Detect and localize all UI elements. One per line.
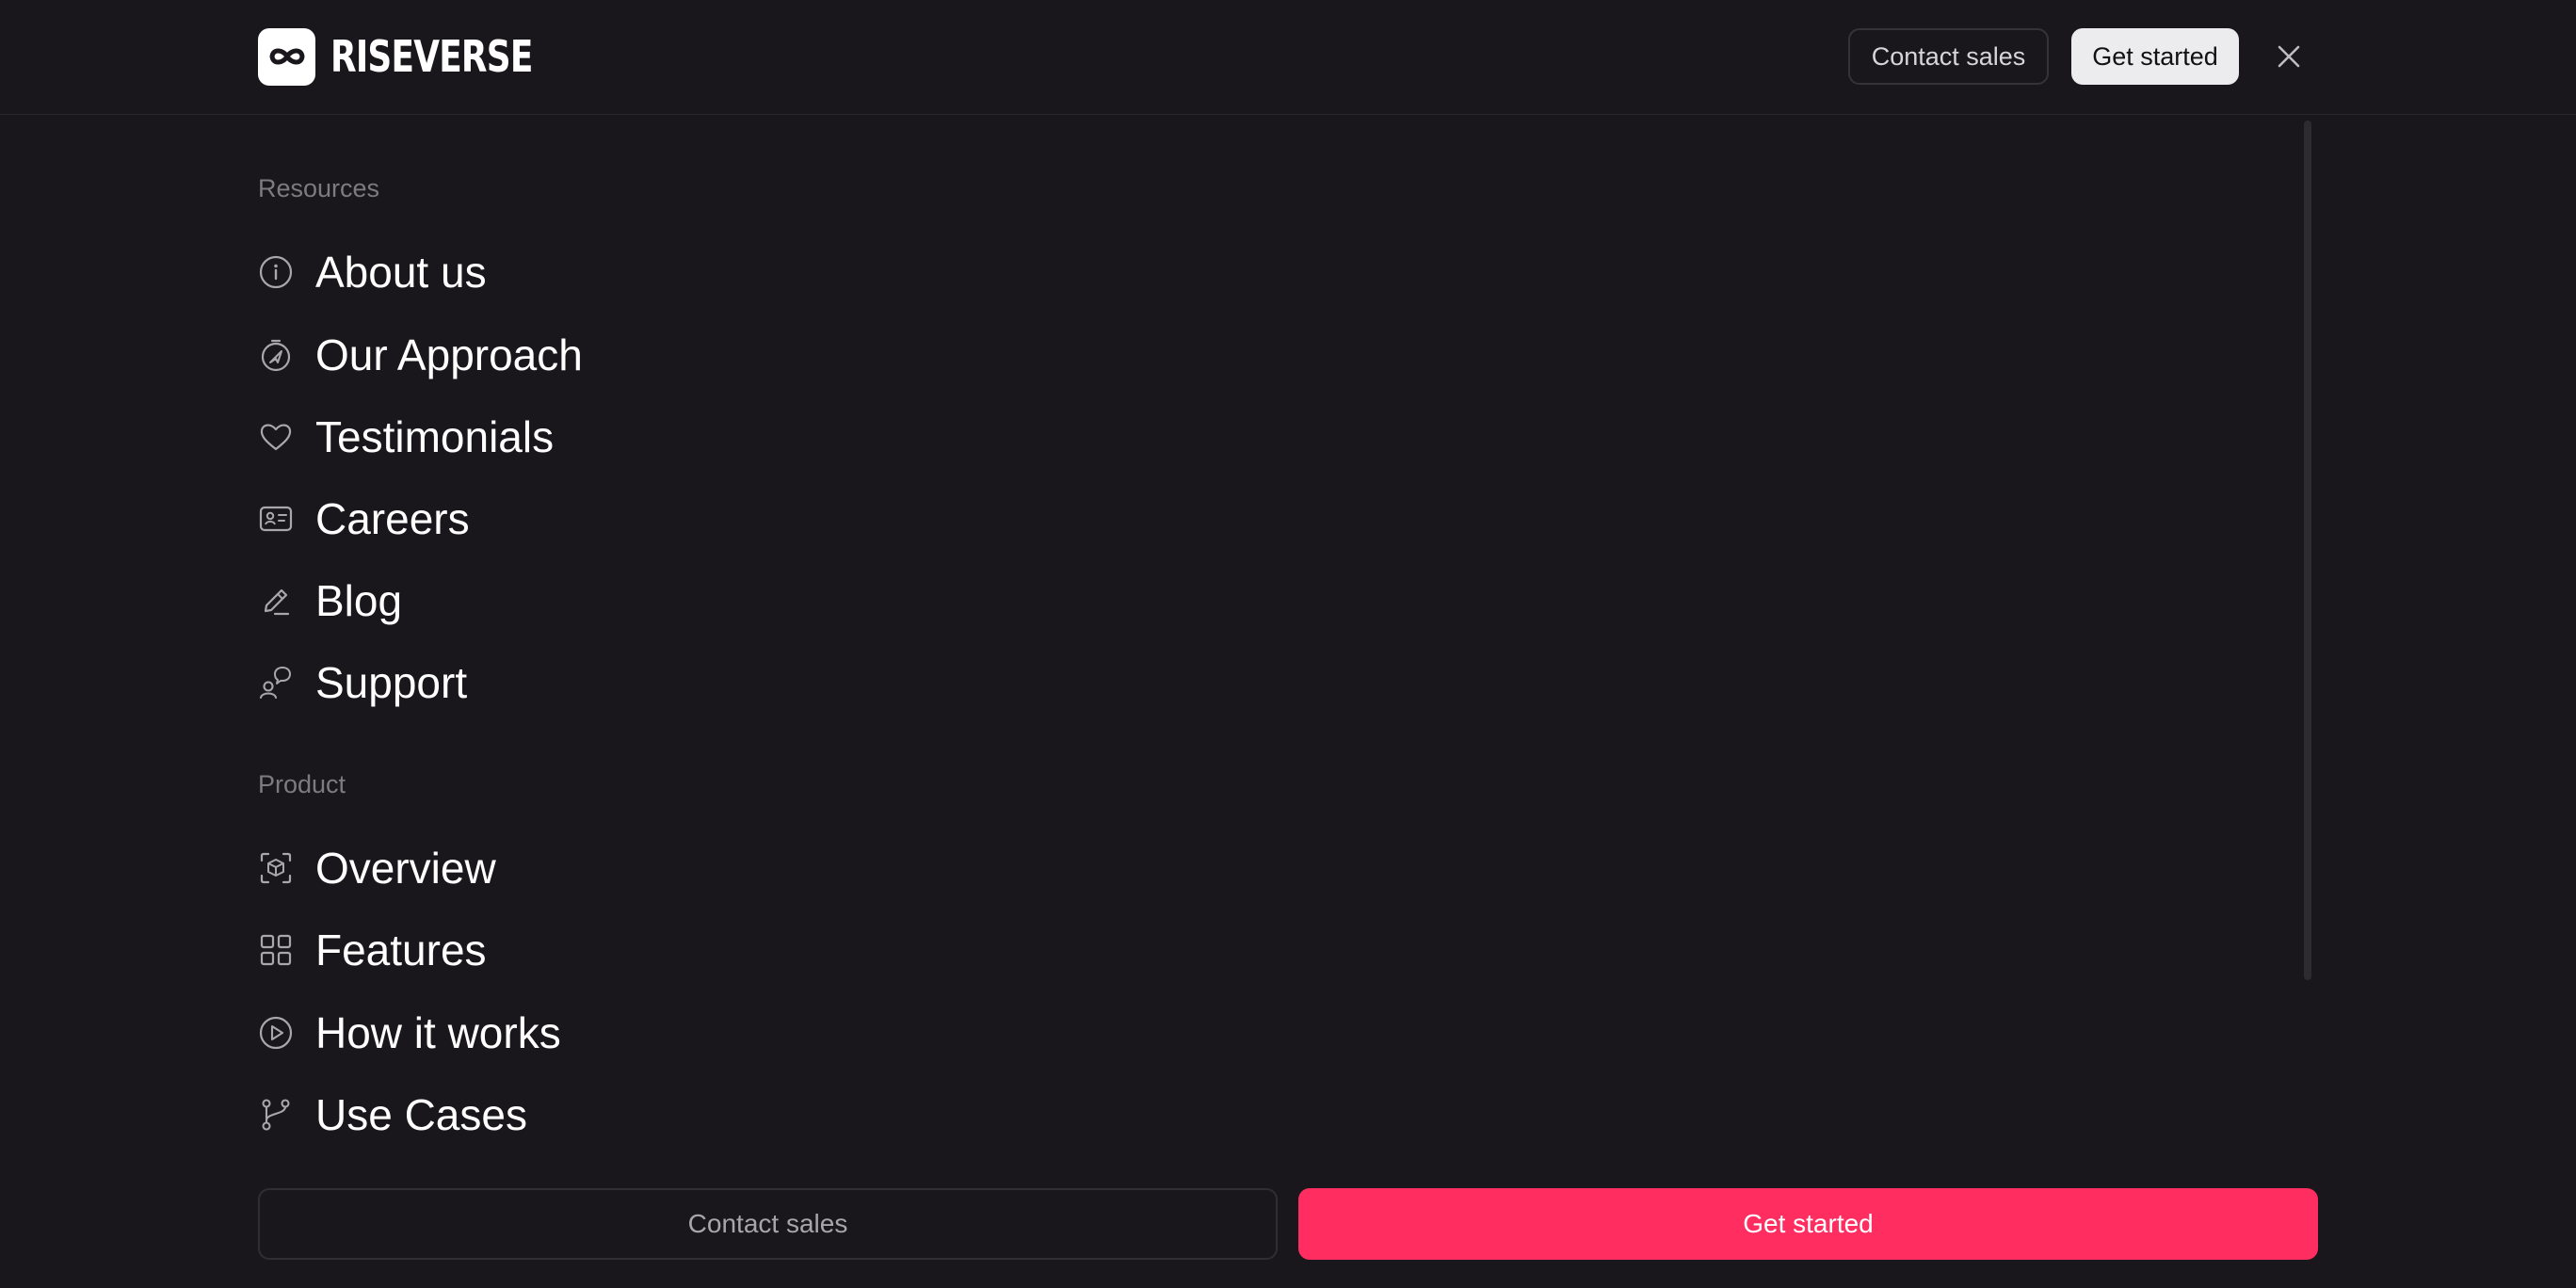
header: RISEVERSE Contact sales Get started bbox=[0, 0, 2576, 115]
infinity-icon bbox=[258, 27, 315, 86]
menu-item-label: Testimonials bbox=[315, 412, 555, 461]
info-icon bbox=[258, 254, 294, 290]
close-icon[interactable] bbox=[2272, 40, 2306, 73]
menu-item-use-cases[interactable]: Use Cases bbox=[258, 1086, 527, 1144]
menu-scrollbar[interactable] bbox=[2304, 121, 2311, 980]
menu-item-blog[interactable]: Blog bbox=[258, 572, 402, 630]
mobile-menu-overlay: RISEVERSE Contact sales Get started Reso… bbox=[0, 0, 2576, 1288]
menu-item-label: Our Approach bbox=[315, 330, 583, 379]
compass-icon bbox=[258, 337, 294, 373]
menu-item-how-it-works[interactable]: How it works bbox=[258, 1004, 561, 1062]
menu-item-overview[interactable]: Overview bbox=[258, 839, 496, 897]
get-started-button[interactable]: Get started bbox=[2071, 28, 2239, 85]
grid-icon bbox=[258, 932, 294, 968]
menu-item-label: Careers bbox=[315, 494, 470, 543]
menu-item-careers[interactable]: Careers bbox=[258, 490, 470, 548]
menu-item-label: Use Cases bbox=[315, 1090, 527, 1139]
section-title-resources: Resources bbox=[258, 174, 380, 202]
play-circle-icon bbox=[258, 1015, 294, 1051]
menu-item-label: Blog bbox=[315, 576, 403, 625]
menu-item-testimonials[interactable]: Testimonials bbox=[258, 408, 554, 466]
heart-icon bbox=[258, 419, 294, 455]
pencil-icon bbox=[258, 583, 294, 619]
contact-sales-footer-button[interactable]: Contact sales bbox=[258, 1188, 1278, 1260]
menu-item-about-us[interactable]: About us bbox=[258, 243, 487, 301]
menu-item-support[interactable]: Support bbox=[258, 653, 467, 712]
user-chat-icon bbox=[258, 665, 294, 700]
get-started-footer-button[interactable]: Get started bbox=[1298, 1188, 2318, 1260]
brand-logo[interactable]: RISEVERSE bbox=[258, 27, 589, 86]
menu-item-our-approach[interactable]: Our Approach bbox=[258, 326, 583, 384]
menu-item-label: Overview bbox=[315, 844, 496, 893]
menu-item-label: Features bbox=[315, 926, 487, 974]
menu-item-label: Support bbox=[315, 658, 468, 707]
id-card-icon bbox=[258, 501, 294, 537]
menu-item-label: How it works bbox=[315, 1008, 561, 1057]
git-branch-icon bbox=[258, 1097, 294, 1133]
menu-item-label: About us bbox=[315, 248, 487, 297]
scan-cube-icon bbox=[258, 850, 294, 886]
section-title-product: Product bbox=[258, 770, 346, 798]
brand-name: RISEVERSE bbox=[330, 31, 533, 82]
contact-sales-button[interactable]: Contact sales bbox=[1848, 28, 2049, 85]
menu-item-features[interactable]: Features bbox=[258, 921, 487, 979]
